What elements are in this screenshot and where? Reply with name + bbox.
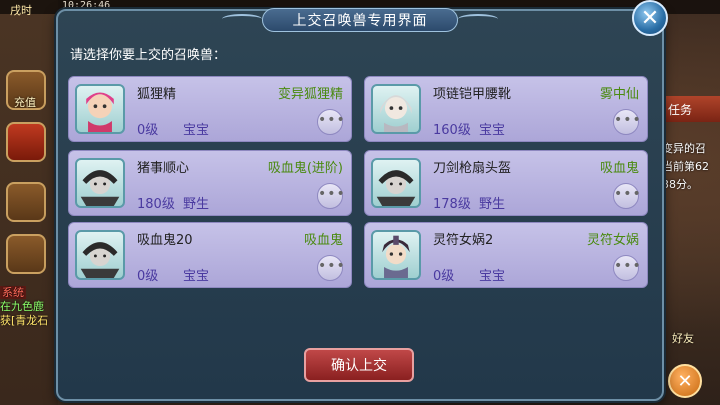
task-description: 变异的召 当前第62 38分。 — [662, 140, 709, 194]
white-hair-avatar-icon — [371, 84, 421, 134]
vampire-avatar-icon — [75, 230, 125, 280]
pet-name: 灵符女娲2 — [433, 233, 494, 248]
recharge-label: 充值 — [14, 96, 36, 109]
pet-name: 项链铠甲腰靴 — [433, 87, 512, 102]
title-decoration-left — [222, 14, 262, 24]
pet-type: 吸血鬼 — [599, 161, 639, 176]
bag-icon[interactable] — [6, 182, 46, 222]
pet-card[interactable]: 猪事顺心 吸血鬼(进阶) 180级 野生 ••• — [68, 150, 352, 216]
more-options-button[interactable]: ••• — [317, 183, 345, 209]
dialog-title-banner: 上交召唤兽专用界面 — [262, 8, 458, 32]
task-line: 当前第62 — [662, 160, 709, 173]
pet-kind: 宝宝 — [183, 269, 210, 284]
chat-line: 获[青龙石 — [0, 314, 49, 327]
pet-card[interactable]: 灵符女娲2 灵符女娲 0级 宝宝 ••• — [364, 222, 648, 288]
pet-card[interactable]: 项链铠甲腰靴 雾中仙 160级 宝宝 ••• — [364, 76, 648, 142]
chat-system-tag: 系统 — [0, 286, 26, 299]
more-options-button[interactable]: ••• — [613, 109, 641, 135]
pet-type: 雾中仙 — [599, 87, 639, 102]
pet-type: 变异狐狸精 — [277, 87, 343, 102]
vampire-avatar-icon — [75, 158, 125, 208]
pet-kind: 宝宝 — [479, 123, 506, 138]
pet-type: 灵符女娲 — [586, 233, 639, 248]
pet-kind: 宝宝 — [479, 269, 506, 284]
pet-level: 0级 — [137, 123, 159, 138]
pet-card[interactable]: 吸血鬼20 吸血鬼 0级 宝宝 ••• — [68, 222, 352, 288]
pet-name: 狐狸精 — [137, 87, 177, 102]
title-decoration-right — [458, 14, 498, 24]
expand-icon[interactable] — [6, 122, 46, 162]
pet-card[interactable]: 狐狸精 变异狐狸精 0级 宝宝 ••• — [68, 76, 352, 142]
pet-kind: 野生 — [183, 197, 210, 212]
pet-kind: 野生 — [479, 197, 506, 212]
pet-level: 180级 — [137, 197, 175, 212]
pet-type: 吸血鬼 — [303, 233, 343, 248]
vampire-avatar-icon — [371, 158, 421, 208]
fox-girl-avatar-icon — [75, 84, 125, 134]
pet-level: 0级 — [433, 269, 455, 284]
nuwa-avatar-icon — [371, 230, 421, 280]
more-options-button[interactable]: ••• — [317, 255, 345, 281]
pet-kind: 宝宝 — [183, 123, 210, 138]
chat-icon[interactable] — [6, 234, 46, 274]
friends-label: 好友 — [672, 332, 694, 345]
pet-name: 吸血鬼20 — [137, 233, 193, 248]
chat-log: 系统 在九色鹿 获[青龙石 — [0, 286, 60, 328]
task-tab[interactable]: 任务 — [660, 96, 720, 122]
pet-level: 178级 — [433, 197, 471, 212]
chat-line: 在九色鹿 — [0, 300, 44, 313]
close-icon[interactable]: ✕ — [632, 0, 668, 36]
task-line: 变异的召 — [662, 142, 706, 155]
pet-name: 猪事顺心 — [137, 161, 190, 176]
task-line: 38分。 — [662, 178, 698, 191]
dialog-title: 上交召唤兽专用界面 — [292, 13, 428, 29]
select-prompt: 请选择你要上交的召唤兽： — [70, 48, 227, 63]
confirm-submit-button[interactable]: 确认上交 — [304, 348, 414, 382]
corner-close-icon[interactable]: ✕ — [668, 364, 702, 398]
pet-card[interactable]: 刀剑枪扇头盔 吸血鬼 178级 野生 ••• — [364, 150, 648, 216]
more-options-button[interactable]: ••• — [613, 183, 641, 209]
pet-name: 刀剑枪扇头盔 — [433, 161, 512, 176]
more-options-button[interactable]: ••• — [613, 255, 641, 281]
pet-level: 160级 — [433, 123, 471, 138]
pet-level: 0级 — [137, 269, 159, 284]
more-options-button[interactable]: ••• — [317, 109, 345, 135]
time-period-label: 戌时 — [10, 4, 32, 17]
pet-type: 吸血鬼(进阶) — [267, 161, 343, 176]
